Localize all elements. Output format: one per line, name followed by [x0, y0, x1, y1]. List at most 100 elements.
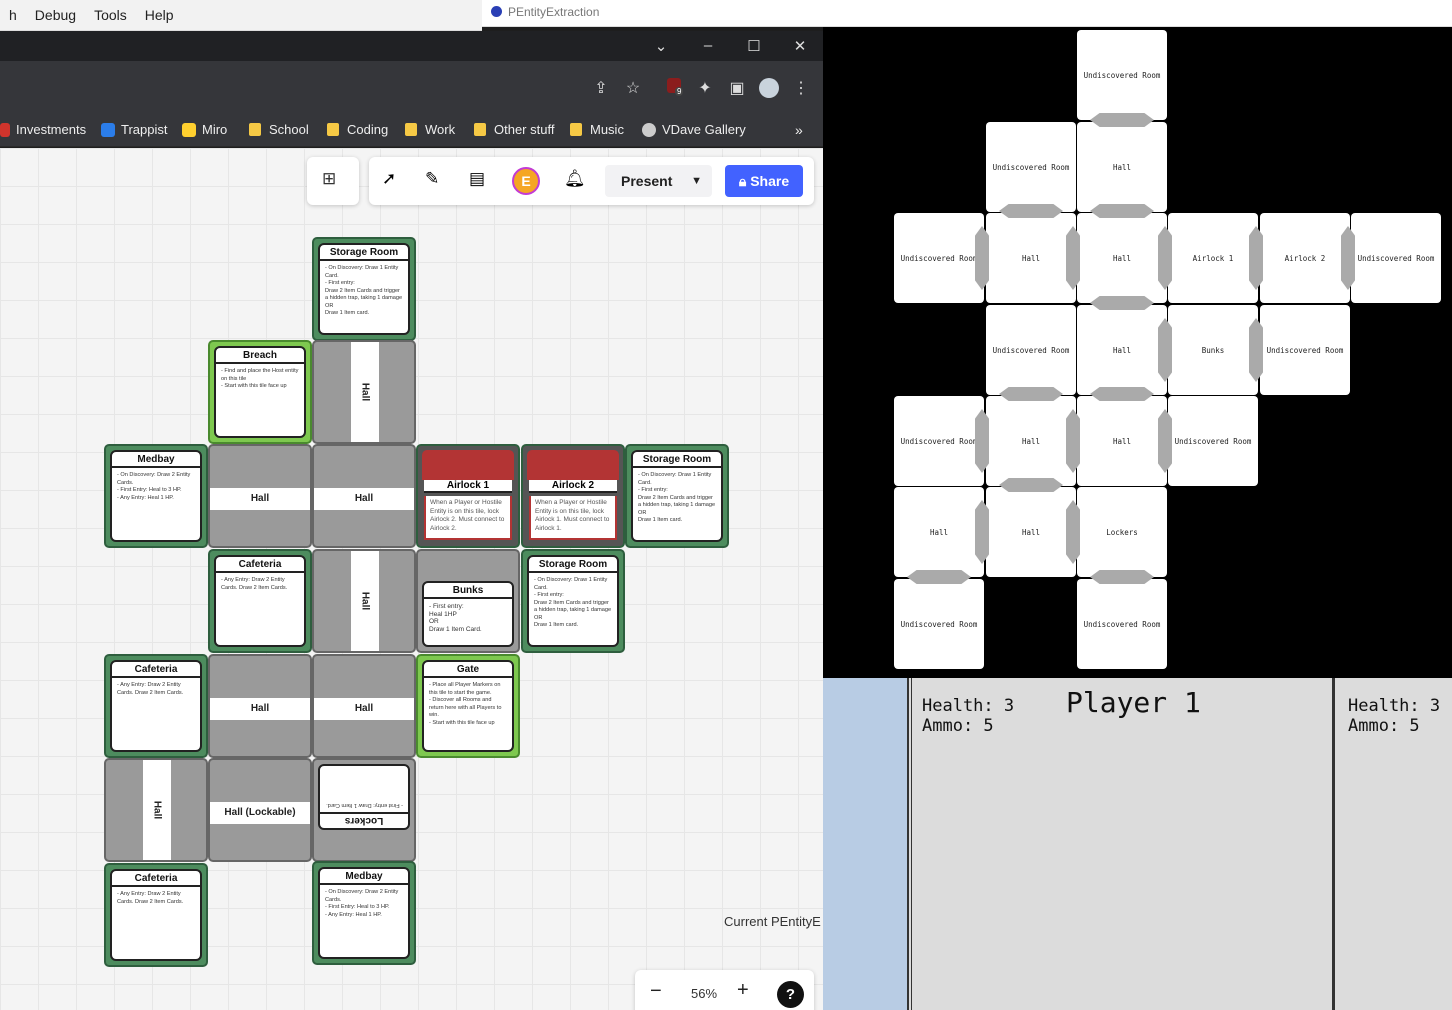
map-tile[interactable]: Hall [1077, 396, 1167, 486]
map-tile[interactable]: Hall [986, 396, 1076, 486]
airlock-2-tile[interactable]: Airlock 2 When a Player or Hostile Entit… [521, 444, 625, 548]
hall-label: Hall [210, 698, 310, 720]
hall-tile[interactable]: Hall [104, 758, 208, 862]
menu-item-help[interactable]: Help [136, 7, 183, 23]
ublock-icon[interactable]: 9 [664, 78, 684, 98]
breach-tile[interactable]: Breach - Find and place the Host entity o… [208, 340, 312, 444]
chevron-down-icon[interactable]: ▼ [691, 165, 702, 197]
map-tile[interactable]: Hall [1077, 213, 1167, 303]
map-tile[interactable]: Bunks [1168, 305, 1258, 395]
map-tile[interactable]: Undiscovered Room [1077, 30, 1167, 120]
share-page-icon[interactable]: ⇪ [591, 78, 611, 98]
gate-tile[interactable]: Gate - Place all Player Markers on this t… [416, 654, 520, 758]
side-panel-icon[interactable]: ▣ [727, 78, 747, 98]
room-card: Storage Room - On Discovery: Draw 1 Entit… [631, 450, 723, 542]
maximize-icon[interactable]: ☐ [744, 37, 764, 55]
storage-room-tile-3[interactable]: Storage Room - On Discovery: Draw 1 Entit… [521, 549, 625, 653]
menu-item-tools[interactable]: Tools [85, 7, 136, 23]
map-tile[interactable]: Hall [986, 213, 1076, 303]
menu-item-debug[interactable]: Debug [26, 7, 85, 23]
lockers-tile[interactable]: Lockers - First entry: Draw 1 Item Card. [312, 758, 416, 862]
card-body: - On Discovery: Draw 2 Entity Cards. - F… [117, 472, 191, 501]
storage-room-tile-2[interactable]: Storage Room - On Discovery: Draw 1 Entit… [625, 444, 729, 548]
map-tile[interactable]: Undiscovered Room [986, 122, 1076, 212]
help-button[interactable]: ? [777, 981, 804, 1008]
map-tile[interactable]: Hall [1077, 122, 1167, 212]
bookmark-school[interactable]: School [249, 122, 309, 137]
hall-label: Hall [359, 591, 371, 611]
hall-tile[interactable]: Hall [208, 444, 312, 548]
map-tile[interactable]: Undiscovered Room [1077, 579, 1167, 669]
hall-tile[interactable]: Hall [312, 654, 416, 758]
map-tile[interactable]: Undiscovered Room [894, 213, 984, 303]
map-tile[interactable]: Airlock 2 [1260, 213, 1350, 303]
miro-board-canvas[interactable]: ⊞ ➚ ✎ ▤ E 🔔︎ Present ▼ 🔒︎ Share Storage R… [0, 148, 823, 1010]
card-title: Storage Room [529, 557, 617, 573]
zoom-in-button[interactable]: + [737, 979, 749, 1002]
map-tile[interactable]: Undiscovered Room [894, 396, 984, 486]
map-tile[interactable]: Airlock 1 [1168, 213, 1258, 303]
map-tile[interactable]: Hall [1077, 305, 1167, 395]
map-tile[interactable]: Lockers [1077, 487, 1167, 577]
map-tile[interactable]: Undiscovered Room [986, 305, 1076, 395]
bookmark-investments[interactable]: Investments [0, 122, 86, 137]
bookmark-work[interactable]: Work [405, 122, 455, 137]
menu-kebab-icon[interactable]: ⋮ [791, 78, 811, 98]
bookmark-trappist[interactable]: Trappist [101, 122, 167, 137]
bookmark-miro[interactable]: Miro [182, 122, 227, 137]
map-tile[interactable]: Undiscovered Room [1351, 213, 1441, 303]
card-title: Airlock 2 [529, 480, 617, 493]
room-card: Lockers - First entry: Draw 1 Item Card. [318, 764, 410, 830]
zoom-level[interactable]: 56% [691, 986, 717, 1001]
bookmark-music[interactable]: Music [570, 122, 624, 137]
zoom-out-button[interactable]: − [650, 980, 662, 1003]
hall-tile[interactable]: Hall [312, 549, 416, 653]
minimize-icon[interactable]: – [698, 37, 718, 54]
map-tile[interactable]: Hall [894, 487, 984, 577]
share-button[interactable]: 🔒︎ Share [725, 165, 803, 197]
close-icon[interactable]: ✕ [790, 37, 810, 55]
cafeteria-tile-3[interactable]: Cafeteria - Any Entry: Draw 2 Entity Card… [104, 863, 208, 967]
cafeteria-tile-1[interactable]: Cafeteria - Any Entry: Draw 2 Entity Card… [208, 549, 312, 653]
avatar[interactable]: E [512, 167, 540, 195]
bookmark-vdave-gallery[interactable]: VDave Gallery [642, 122, 746, 137]
bookmark-star-icon[interactable]: ☆ [623, 78, 643, 98]
bookmark-other-stuff[interactable]: Other stuff [474, 122, 554, 137]
cursor-icon[interactable]: ➚ [382, 169, 396, 189]
bookmarks-overflow-icon[interactable]: » [795, 122, 803, 138]
map-tile[interactable]: Undiscovered Room [1168, 396, 1258, 486]
cafeteria-tile-2[interactable]: Cafeteria - Any Entry: Draw 2 Entity Card… [104, 654, 208, 758]
hall-lockable-tile[interactable]: Hall (Lockable) [208, 758, 312, 862]
hall-tile[interactable]: Hall [312, 444, 416, 548]
card-title: Medbay [112, 452, 200, 468]
add-shapes-icon[interactable]: ⊞ [322, 169, 336, 189]
door-icon [907, 570, 971, 584]
present-button[interactable]: Present ▼ [605, 165, 712, 197]
airlock-1-tile[interactable]: Airlock 1 When a Player or Hostile Entit… [416, 444, 520, 548]
canvas-text[interactable]: Current PEntityE [724, 914, 821, 929]
medbay-tile-1[interactable]: Medbay - On Discovery: Draw 2 Entity Card… [104, 444, 208, 548]
storage-room-tile-1[interactable]: Storage Room - On Discovery: Draw 1 Entit… [312, 237, 416, 341]
ammo-stat: Ammo: 5 [1348, 716, 1420, 736]
reaction-icon[interactable]: ✎ [425, 169, 439, 189]
medbay-tile-2[interactable]: Medbay - On Discovery: Draw 2 Entity Card… [312, 861, 416, 965]
health-stat: Health: 3 [922, 696, 1015, 716]
profile-avatar[interactable] [759, 78, 779, 103]
window-title: PEntityExtraction [508, 5, 600, 19]
app-icon [491, 6, 502, 17]
map-tile[interactable]: Hall [986, 487, 1076, 577]
map-tile[interactable]: Undiscovered Room [894, 579, 984, 669]
tab-search-icon[interactable]: ⌄ [651, 37, 671, 55]
comment-icon[interactable]: ▤ [469, 169, 485, 189]
extensions-icon[interactable]: ✦ [695, 78, 715, 98]
bunks-tile[interactable]: Bunks - First entry: Heal 1HP OR Draw 1 I… [416, 549, 520, 653]
menu-item-partial[interactable]: h [0, 7, 26, 23]
bell-icon[interactable]: 🔔︎ [564, 169, 586, 189]
hall-tile[interactable]: Hall [312, 340, 416, 444]
map-tile[interactable]: Undiscovered Room [1260, 305, 1350, 395]
bookmark-coding[interactable]: Coding [327, 122, 388, 137]
bookmark-label: Trappist [121, 122, 168, 137]
card-body: - Any Entry: Draw 2 Entity Cards. Draw 2… [221, 577, 288, 591]
hall-tile[interactable]: Hall [208, 654, 312, 758]
folder-icon [249, 123, 261, 136]
